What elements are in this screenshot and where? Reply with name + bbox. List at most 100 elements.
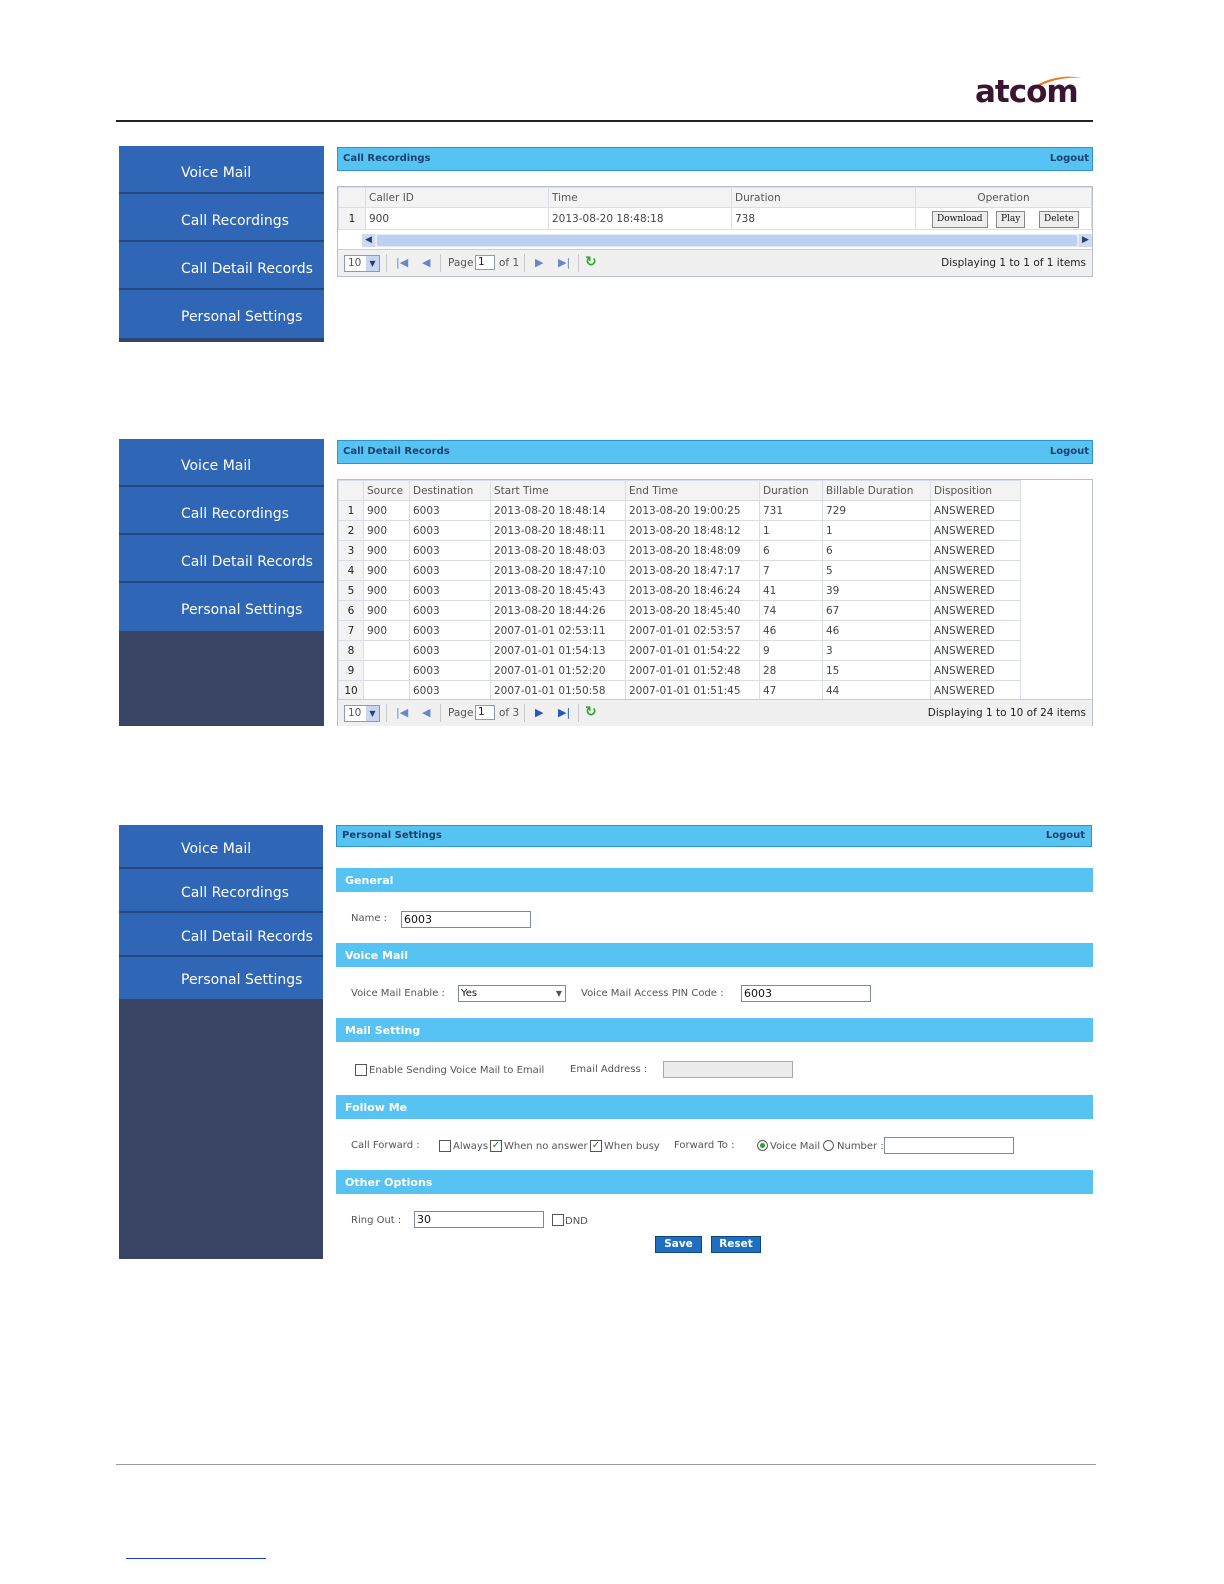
disposition-cell: ANSWERED [930,660,1021,681]
last-page-icon[interactable]: ▶| [558,706,570,719]
forward-busy-checkbox[interactable]: ✓ [590,1140,602,1152]
scrollbar-thumb[interactable] [377,235,1077,246]
pagination-bar: 10 ▼ |◀ ◀ Page 1 of 3 ▶ ▶| ↻ Displaying 1… [338,699,1092,726]
sidebar-item-voice-mail[interactable]: Voice Mail [119,439,324,487]
play-button[interactable]: Play [996,211,1026,228]
duration-cell: 738 [731,207,916,230]
table-row[interactable]: 6 900 6003 2013-08-20 18:44:26 2013-08-20 18… [338,600,1021,621]
last-page-icon[interactable]: ▶| [558,256,570,269]
panel-header: Call Recordings Logout [337,147,1093,171]
next-page-icon[interactable]: ▶ [535,256,543,269]
voice-mail-enable-select[interactable]: Yes ▼ [458,985,566,1002]
delete-button[interactable]: Delete [1039,211,1079,228]
sidebar-item-label: Call Detail Records [181,261,313,277]
logout-link[interactable]: Logout [1050,153,1089,164]
forward-number-input[interactable] [884,1137,1014,1154]
first-page-icon[interactable]: |◀ [396,256,408,269]
table-row[interactable]: 8 6003 2007-01-01 01:54:13 2007-01-01 01:54… [338,640,1021,661]
pager-divider [386,254,387,272]
table-row[interactable]: 1 900 6003 2013-08-20 18:48:14 2013-08-20 19… [338,500,1021,521]
next-page-icon[interactable]: ▶ [535,706,543,719]
sidebar-item-call-detail-records[interactable]: Call Detail Records [119,242,324,290]
sidebar-item-personal-settings[interactable]: Personal Settings [119,290,324,340]
table-row[interactable]: 10 6003 2007-01-01 01:50:58 2007-01-01 01:5… [338,680,1021,701]
page-number-input[interactable]: 1 [475,705,495,720]
column-header[interactable]: Billable Duration [822,480,931,501]
sidebar-item-call-detail-records[interactable]: Call Detail Records [119,913,323,957]
column-header[interactable]: Start Time [490,480,626,501]
table-row[interactable]: 3 900 6003 2013-08-20 18:48:03 2013-08-20 18… [338,540,1021,561]
sidebar-item-call-recordings[interactable]: Call Recordings [119,194,324,242]
logout-link[interactable]: Logout [1050,446,1089,457]
sidebar-item-personal-settings[interactable]: Personal Settings [119,583,324,631]
reset-button[interactable]: Reset [711,1236,761,1253]
refresh-icon[interactable]: ↻ [585,254,597,270]
prev-page-icon[interactable]: ◀ [422,706,430,719]
sidebar-item-personal-settings[interactable]: Personal Settings [119,957,323,999]
start-time-cell: 2013-08-20 18:47:10 [490,560,626,581]
forward-voice-mail-label: Voice Mail [770,1141,821,1152]
pin-code-input[interactable]: 6003 [741,985,871,1002]
end-time-cell: 2007-01-01 02:53:57 [625,620,760,641]
column-header[interactable]: Disposition [930,480,1021,501]
forward-always-checkbox[interactable] [439,1140,451,1152]
scroll-right-icon[interactable]: ▶ [1079,234,1092,247]
footer-link-underline[interactable] [126,1558,266,1559]
column-header[interactable]: Caller ID [365,187,549,208]
table-row[interactable]: 5 900 6003 2013-08-20 18:45:43 2013-08-20 18… [338,580,1021,601]
table-row[interactable]: 2 900 6003 2013-08-20 18:48:11 2013-08-20 18… [338,520,1021,541]
column-header[interactable]: Destination [409,480,491,501]
table-row[interactable]: 7 900 6003 2007-01-01 02:53:11 2007-01-01 02… [338,620,1021,641]
column-header[interactable]: End Time [625,480,760,501]
row-number: 3 [338,540,364,561]
time-cell: 2013-08-20 18:48:18 [548,207,732,230]
source-cell: 900 [363,520,410,541]
billable-duration-cell: 39 [822,580,931,601]
download-button[interactable]: Download [932,211,988,228]
row-number: 1 [338,500,364,521]
table-row[interactable]: 4 900 6003 2013-08-20 18:47:10 2013-08-20 18… [338,560,1021,581]
pager-divider [578,254,579,272]
send-voicemail-email-checkbox[interactable] [355,1064,367,1076]
ring-out-input[interactable]: 30 [414,1211,544,1228]
page-number-input[interactable]: 1 [475,255,495,270]
destination-cell: 6003 [409,640,491,661]
sidebar-item-call-detail-records[interactable]: Call Detail Records [119,535,324,583]
logout-link[interactable]: Logout [1046,830,1085,841]
page-size-select[interactable]: 10 ▼ [344,255,380,272]
footer-rule [116,1464,1096,1465]
end-time-cell: 2013-08-20 18:45:40 [625,600,760,621]
sidebar-item-call-recordings[interactable]: Call Recordings [119,487,324,535]
table-row[interactable]: 1 900 2013-08-20 18:48:18 738 Download P… [338,207,1092,230]
row-number: 9 [338,660,364,681]
forward-to-label: Forward To : [674,1140,735,1151]
prev-page-icon[interactable]: ◀ [422,256,430,269]
sidebar-item-voice-mail[interactable]: Voice Mail [119,825,323,869]
column-header[interactable]: Duration [731,187,916,208]
section-other-options: Other Options [336,1170,1093,1194]
email-address-input[interactable] [663,1061,793,1078]
page-size-select[interactable]: 10 ▼ [344,705,380,722]
end-time-cell: 2007-01-01 01:52:48 [625,660,760,681]
column-header[interactable]: Time [548,187,732,208]
table-row[interactable]: 9 6003 2007-01-01 01:52:20 2007-01-01 01:52… [338,660,1021,681]
save-button[interactable]: Save [655,1236,702,1253]
sidebar-item-voice-mail[interactable]: Voice Mail [119,146,324,194]
forward-number-radio[interactable] [823,1140,834,1151]
dnd-checkbox[interactable] [552,1214,564,1226]
scroll-left-icon[interactable]: ◀ [362,234,375,247]
pin-code-label: Voice Mail Access PIN Code : [581,988,724,999]
horizontal-scrollbar[interactable]: ◀ ▶ [362,234,1092,247]
sidebar-item-call-recordings[interactable]: Call Recordings [119,869,323,913]
column-header[interactable]: Source [363,480,410,501]
first-page-icon[interactable]: |◀ [396,706,408,719]
column-header[interactable]: Operation [915,187,1092,208]
disposition-cell: ANSWERED [930,620,1021,641]
forward-voice-mail-radio[interactable] [757,1140,768,1151]
source-cell: 900 [363,500,410,521]
refresh-icon[interactable]: ↻ [585,704,597,720]
forward-no-answer-checkbox[interactable]: ✓ [490,1140,502,1152]
column-header[interactable]: Duration [759,480,823,501]
page-label: Page [448,707,474,719]
name-input[interactable]: 6003 [401,911,531,928]
